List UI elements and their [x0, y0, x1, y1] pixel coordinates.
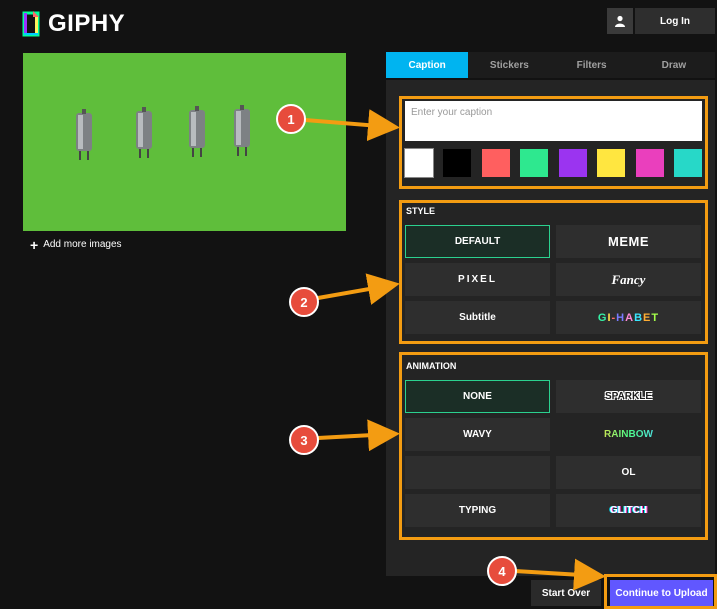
- style-option-fancy[interactable]: Fancy: [556, 263, 701, 296]
- callout-badge-3: 3: [289, 425, 319, 455]
- callout-badge-4: 4: [487, 556, 517, 586]
- color-swatch-teal[interactable]: [673, 149, 702, 177]
- animation-options: NONE SPARKLE WAVY RAINBOW OL TYPING GLIT…: [405, 380, 701, 527]
- tab-stickers[interactable]: Stickers: [468, 52, 551, 78]
- color-swatch-pink[interactable]: [635, 149, 664, 177]
- style-option-default[interactable]: DEFAULT: [405, 225, 550, 258]
- motor-image: [136, 107, 152, 158]
- gif-preview-image: [23, 53, 346, 231]
- continue-to-upload-button[interactable]: Continue to Upload: [610, 580, 713, 606]
- animation-option-rainbow[interactable]: RAINBOW: [556, 418, 701, 451]
- color-swatch-green[interactable]: [520, 149, 549, 177]
- motor-image: [234, 105, 250, 156]
- arrow-line: [317, 273, 400, 305]
- style-section-label: STYLE: [406, 206, 436, 216]
- color-swatch-red[interactable]: [481, 149, 510, 177]
- login-area: Log In: [607, 8, 715, 34]
- animation-option-ol[interactable]: OL: [556, 456, 701, 489]
- caption-input[interactable]: [405, 101, 702, 141]
- style-options: DEFAULT MEME PIXEL Fancy Subtitle GI-HAB…: [405, 225, 701, 334]
- animation-section-label: ANIMATION: [406, 361, 457, 371]
- color-swatch-yellow[interactable]: [597, 149, 626, 177]
- animation-option-wavy[interactable]: WAVY: [405, 418, 550, 451]
- animation-option-none[interactable]: NONE: [405, 380, 550, 413]
- gi-habet-letter: E: [643, 311, 652, 324]
- color-swatch-white[interactable]: [404, 148, 434, 178]
- color-swatch-black[interactable]: [443, 149, 472, 177]
- add-more-images-link[interactable]: + Add more images: [30, 236, 122, 253]
- style-option-gi-habet[interactable]: GI-HABET: [556, 301, 701, 334]
- user-icon[interactable]: [607, 8, 633, 34]
- add-more-images-label: Add more images: [43, 239, 122, 250]
- animation-option-typing[interactable]: TYPING: [405, 494, 550, 527]
- gi-habet-letter: H: [616, 311, 626, 324]
- animation-option-sparkle[interactable]: SPARKLE: [556, 380, 701, 413]
- style-option-meme[interactable]: MEME: [556, 225, 701, 258]
- tab-filters[interactable]: Filters: [550, 52, 633, 78]
- color-swatch-purple[interactable]: [558, 149, 587, 177]
- gi-habet-letter: G: [597, 311, 608, 324]
- gi-habet-letter: A: [625, 311, 635, 324]
- callout-badge-2: 2: [289, 287, 319, 317]
- tab-draw[interactable]: Draw: [632, 52, 715, 78]
- editor-tabs: Caption Stickers Filters Draw: [386, 52, 715, 78]
- start-over-button[interactable]: Start Over: [531, 580, 601, 606]
- style-option-pixel[interactable]: PIXEL: [405, 263, 550, 296]
- arrow-line: [317, 419, 400, 452]
- gi-habet-letter: B: [634, 311, 644, 324]
- animation-option-glitch[interactable]: GLITCH: [556, 494, 701, 527]
- login-button[interactable]: Log In: [635, 8, 715, 34]
- style-option-subtitle[interactable]: Subtitle: [405, 301, 550, 334]
- brand-name: GIPHY: [48, 10, 126, 37]
- tab-caption[interactable]: Caption: [386, 52, 469, 78]
- motor-image: [189, 106, 205, 157]
- top-bar: GIPHY Log In: [0, 0, 717, 48]
- giphy-logo[interactable]: GIPHY: [22, 10, 125, 38]
- plus-icon: +: [30, 236, 39, 253]
- gi-habet-letter: T: [651, 311, 660, 324]
- motor-image: [76, 109, 92, 160]
- animation-option-blank[interactable]: [405, 456, 550, 489]
- color-swatches: [404, 148, 702, 179]
- callout-badge-1: 1: [276, 104, 306, 134]
- giphy-logo-icon: [22, 11, 40, 37]
